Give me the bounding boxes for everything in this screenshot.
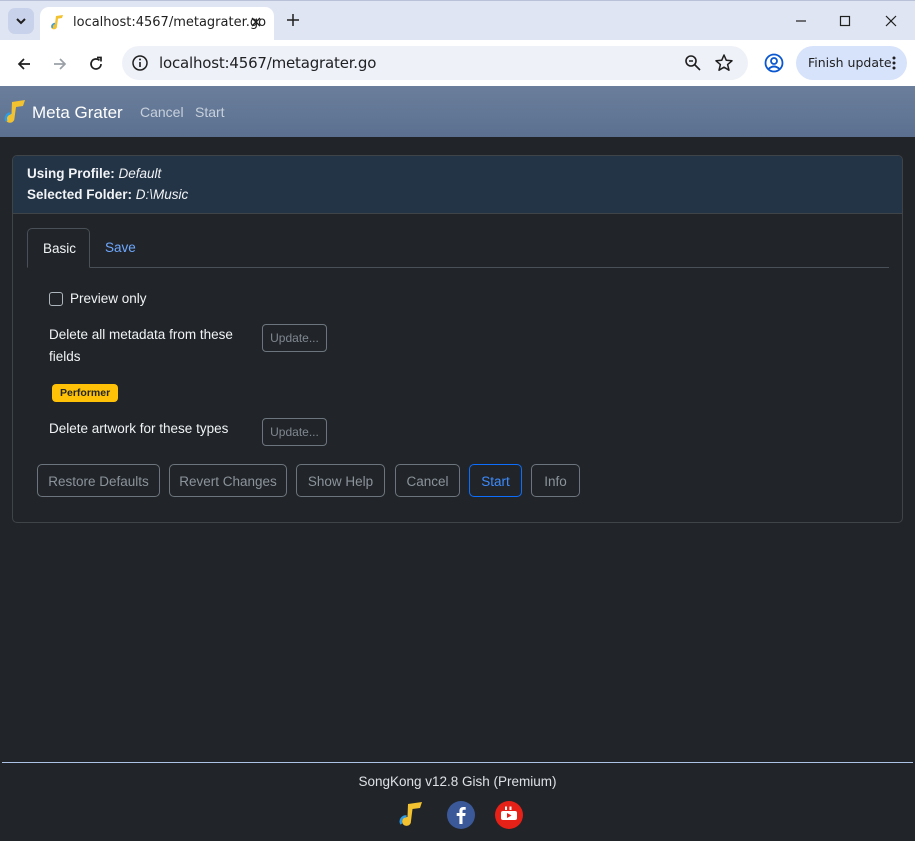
finish-update-label: Finish update [808,55,892,70]
minimize-icon[interactable] [789,9,813,33]
info-label: Info [544,474,567,489]
show-help-button[interactable]: Show Help [296,464,385,497]
restore-defaults-label: Restore Defaults [48,474,149,489]
preview-only-label: Preview only [70,291,147,306]
browser-toolbar: localhost:4567/metagrater.go Finish upda… [0,40,915,86]
delete-artwork-label: Delete artwork for these types [49,421,229,436]
nav-start-link[interactable]: Start [195,104,225,120]
folder-line: Selected Folder: D:\Music [27,187,188,202]
cancel-label: Cancel [406,474,449,489]
url-text[interactable]: localhost:4567/metagrater.go [159,54,376,72]
browser-tabstrip: localhost:4567/metagrater.go [0,0,915,41]
update-fields-button[interactable]: Update... [262,324,327,352]
music-favicon-icon [51,15,63,30]
tab-title: localhost:4567/metagrater.go [73,15,267,30]
reload-icon[interactable] [83,51,109,77]
app-navbar: Meta Grater Cancel Start [0,86,915,137]
maximize-icon[interactable] [833,9,857,33]
cancel-button[interactable]: Cancel [395,464,460,497]
songkong-logo-icon[interactable] [3,99,29,125]
back-arrow-icon[interactable] [11,51,37,77]
delete-metadata-label: Delete all metadata from these [49,327,233,342]
zoom-icon[interactable] [684,54,702,72]
revert-changes-label: Revert Changes [179,474,277,489]
field-badge: Performer [52,384,119,402]
folder-value: D:\Music [135,187,189,202]
star-icon[interactable] [714,53,734,73]
tab-search-icon[interactable] [8,8,34,34]
address-bar[interactable]: localhost:4567/metagrater.go [122,46,748,80]
info-icon[interactable] [131,54,149,72]
plus-icon[interactable] [283,10,303,30]
folder-label: Selected Folder: [27,187,133,202]
close-icon[interactable] [247,13,265,31]
restore-defaults-button[interactable]: Restore Defaults [37,464,160,497]
profile-label: Using Profile: [27,166,115,181]
show-help-label: Show Help [307,474,374,489]
profile-line: Using Profile: Default [27,166,161,181]
app-brand[interactable]: Meta Grater [32,103,123,123]
close-window-icon[interactable] [879,9,903,33]
songkong-logo-icon[interactable] [397,800,427,830]
preview-only-checkbox[interactable] [49,292,63,306]
browser-tab[interactable]: localhost:4567/metagrater.go [40,7,274,41]
forward-arrow-icon[interactable] [47,51,73,77]
tab-save[interactable]: Save [105,240,136,255]
finish-update-button[interactable]: Finish update [796,46,907,80]
field-badge-label: Performer [60,387,111,399]
facebook-icon[interactable] [446,800,476,830]
update-fields-label: Update... [270,331,319,345]
tab-basic[interactable]: Basic [27,228,90,268]
footer-divider [2,762,913,763]
youtube-icon[interactable] [494,800,524,830]
footer-version: SongKong v12.8 Gish (Premium) [358,774,557,789]
update-artwork-button[interactable]: Update... [262,418,327,446]
delete-metadata-label-continued: fields [49,349,81,364]
more-vert-icon [892,56,896,70]
revert-changes-button[interactable]: Revert Changes [169,464,287,497]
options-tabs: Basic Save [27,228,889,268]
task-card: Using Profile: Default Selected Folder: … [12,155,903,523]
start-label: Start [481,474,510,489]
tab-basic-label: Basic [43,241,77,256]
start-button[interactable]: Start [469,464,522,497]
profile-icon[interactable] [762,51,786,75]
card-header: Using Profile: Default Selected Folder: … [13,156,902,214]
nav-cancel-link[interactable]: Cancel [140,104,184,120]
info-button[interactable]: Info [531,464,580,497]
update-artwork-label: Update... [270,425,319,439]
profile-value: Default [118,166,162,181]
